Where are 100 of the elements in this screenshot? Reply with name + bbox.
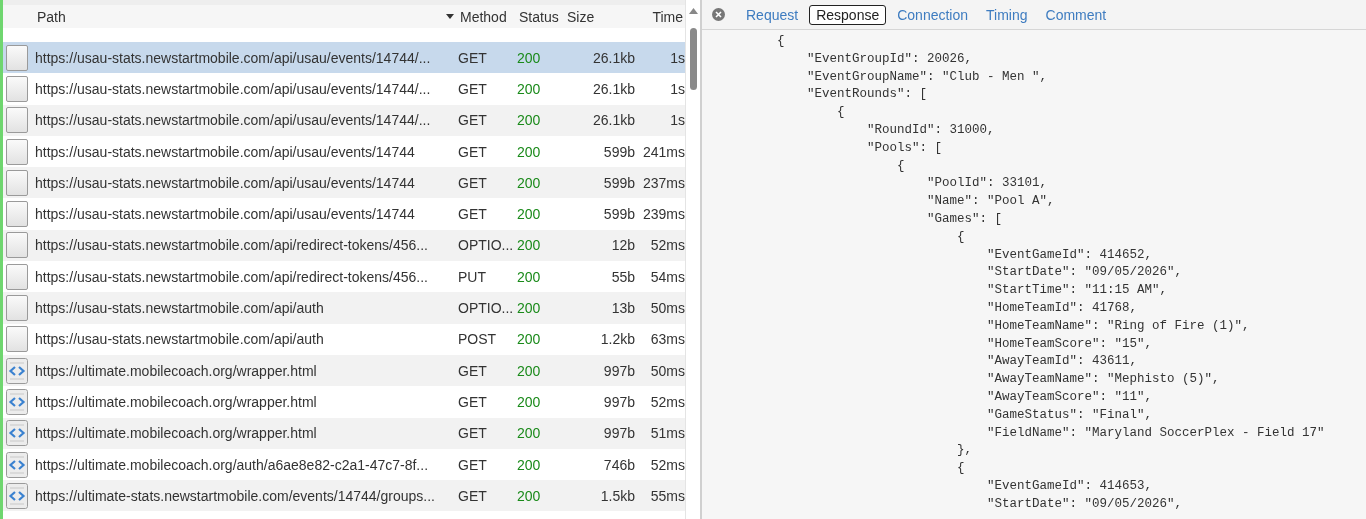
tab[interactable]: Connection xyxy=(890,4,976,25)
code-line: }, xyxy=(956,442,974,460)
scroll-thumb[interactable] xyxy=(689,28,697,90)
request-row[interactable]: https://usau-stats.newstartmobile.com/api/usau/events/14744 GET 200 599b 239ms xyxy=(3,198,685,230)
method-cell-text: GET xyxy=(458,80,488,97)
status-cell-text: 200 xyxy=(517,362,542,379)
status-cell-text: 200 xyxy=(517,268,542,285)
request-row[interactable]: https://ultimate.mobilecoach.org/wrapper.html GET 200 997b 51ms xyxy=(3,417,685,449)
code-line: "Games": [ xyxy=(926,210,1004,228)
path-cell-text: https://usau-stats.newstartmobile.com/api/usau/events/14744 xyxy=(34,206,416,223)
file-icon xyxy=(6,169,28,196)
tab[interactable]: Comment xyxy=(1038,4,1114,25)
code-line: "Pools": [ xyxy=(866,139,944,157)
path-cell-text: https://usau-stats.newstartmobile.com/api/usau/events/14744/... xyxy=(34,80,432,97)
column-header[interactable]: Method xyxy=(458,8,517,25)
request-row[interactable]: https://usau-stats.newstartmobile.com/api/redirect-tokens/456... PUT 200 55b 54ms xyxy=(3,261,685,293)
method-cell-text: GET xyxy=(458,49,488,66)
method-cell-text: OPTIO... xyxy=(458,300,515,316)
code-line: "RoundId": 31000, xyxy=(866,122,996,139)
path-cell-text: https://usau-stats.newstartmobile.com/api/auth xyxy=(34,331,325,348)
status-cell-text: 200 xyxy=(517,456,542,473)
time-cell-text: 52ms xyxy=(649,237,685,254)
method-cell-text: OPTIO... xyxy=(458,237,515,254)
request-row[interactable]: https://usau-stats.newstartmobile.com/api/auth OPTIO... 200 13b 50ms xyxy=(3,292,685,324)
code-line: { xyxy=(956,228,966,246)
request-row[interactable]: https://usau-stats.newstartmobile.com/api/usau/events/14744 GET 200 599b 237ms xyxy=(3,167,685,199)
request-row[interactable]: https://usau-stats.newstartmobile.com/api/auth POST 200 1.2kb 63ms xyxy=(3,323,685,355)
time-cell-text: 55ms xyxy=(649,487,685,504)
method-cell-text: GET xyxy=(458,487,488,504)
code-line: "HomeTeamId": 41768, xyxy=(986,299,1139,317)
request-row[interactable]: https://ultimate.mobilecoach.org/wrapper.html GET 200 997b 50ms xyxy=(3,354,685,387)
time-cell-text: 52ms xyxy=(649,456,685,473)
time-cell-text: 1s xyxy=(669,49,685,66)
time-cell-text: 237ms xyxy=(641,174,685,191)
size-cell-text: 1.2kb xyxy=(599,331,635,348)
path-cell-text: https://ultimate.mobilecoach.org/auth/a6ae8e82-c2a1-47c7-8f... xyxy=(34,456,430,473)
column-header[interactable]: Status xyxy=(517,8,565,25)
request-row[interactable]: https://ultimate.mobilecoach.org/wrapper.html GET 200 997b 52ms xyxy=(3,386,685,418)
tab[interactable]: Response xyxy=(809,4,887,25)
request-row[interactable]: https://ultimate-stats.newstartmobile.com/events/14744/groups... GET 200 1.5kb 55ms xyxy=(3,480,685,512)
column-header[interactable]: Path xyxy=(35,8,66,25)
request-row[interactable]: https://usau-stats.newstartmobile.com/api/usau/events/14744/... GET 200 26.1kb 1s xyxy=(3,73,685,105)
time-cell-text: 50ms xyxy=(649,362,685,379)
method-cell-text: GET xyxy=(458,456,488,473)
request-row[interactable]: https://usau-stats.newstartmobile.com/api/usau/events/14744/... GET 200 26.1kb 1s xyxy=(3,104,685,136)
tab[interactable]: Timing xyxy=(979,4,1035,25)
method-cell-text: GET xyxy=(458,393,488,410)
code-line: "AwayTeamName": "Mephisto (5)", xyxy=(986,371,1221,389)
code-line: "Name": "Pool A", xyxy=(926,193,1056,211)
method-cell-text: GET xyxy=(458,362,488,379)
code-line: "AwayTeamScore": "11", xyxy=(986,388,1154,406)
size-cell-text: 26.1kb xyxy=(591,112,635,129)
path-cell-text: https://usau-stats.newstartmobile.com/api/auth xyxy=(34,300,325,316)
code-line: "FieldName": "Maryland SoccerPlex - Field 17" xyxy=(986,424,1326,442)
request-row[interactable]: https://usau-stats.newstartmobile.com/api/redirect-tokens/456... OPTIO... 200 12b 52ms xyxy=(3,229,685,262)
size-cell-text: 997b xyxy=(602,362,635,379)
tab[interactable]: Request xyxy=(739,4,806,25)
status-cell-text: 200 xyxy=(517,487,542,504)
column-header[interactable]: Size xyxy=(565,8,635,25)
status-cell-text: 200 xyxy=(517,237,542,254)
code-line: "EventRounds": [ xyxy=(806,86,929,104)
time-cell-text: 239ms xyxy=(641,206,685,223)
code-file-icon xyxy=(6,451,28,478)
code-line: { xyxy=(956,460,966,478)
size-cell-text: 1.5kb xyxy=(599,487,635,504)
request-row[interactable]: https://usau-stats.newstartmobile.com/api/usau/events/14744/... GET 200 26.1kb 1s xyxy=(3,42,685,74)
path-cell-text: https://usau-stats.newstartmobile.com/api/redirect-tokens/456... xyxy=(34,268,429,285)
path-cell-text: https://ultimate-stats.newstartmobile.com/events/14744/groups... xyxy=(34,487,436,504)
file-icon xyxy=(6,232,28,259)
path-cell-text: https://ultimate.mobilecoach.org/wrapper.html xyxy=(34,362,318,379)
time-cell-text: 1s xyxy=(669,80,685,97)
code-line: { xyxy=(836,104,846,122)
code-line: "StartTime": "11:15 AM", xyxy=(986,282,1169,300)
code-file-icon xyxy=(6,420,28,447)
scrollbar[interactable] xyxy=(685,0,700,519)
method-cell-text: GET xyxy=(458,425,488,442)
path-cell-text: https://usau-stats.newstartmobile.com/api/redirect-tokens/456... xyxy=(34,237,429,254)
code-line: "PoolId": 33101, xyxy=(926,175,1049,193)
path-cell-text: https://usau-stats.newstartmobile.com/api/usau/events/14744/... xyxy=(34,112,432,129)
scroll-up-icon[interactable] xyxy=(688,8,698,14)
file-icon xyxy=(6,201,28,228)
code-line: "EventGroupId": 20026, xyxy=(806,50,974,68)
close-icon[interactable] xyxy=(712,8,725,21)
code-file-icon xyxy=(6,388,28,415)
code-line: "EventGameId": 414653, xyxy=(986,477,1154,495)
file-icon xyxy=(6,295,28,321)
code-line: "StartDate": "09/05/2026", xyxy=(986,264,1184,282)
status-cell-text: 200 xyxy=(517,49,542,66)
size-cell-text: 26.1kb xyxy=(591,49,635,66)
method-cell-text: GET xyxy=(458,143,488,160)
column-header[interactable]: Time xyxy=(635,8,685,25)
time-cell-text: 54ms xyxy=(649,268,685,285)
code-line: "GameStatus": "Final", xyxy=(986,406,1154,424)
size-cell-text: 599b xyxy=(602,143,635,160)
status-cell-text: 200 xyxy=(517,393,542,410)
status-cell-text: 200 xyxy=(517,80,542,97)
sort-caret-icon[interactable] xyxy=(446,14,454,19)
size-cell-text: 12b xyxy=(610,237,635,254)
time-cell-text: 1s xyxy=(669,112,685,129)
status-cell-text: 200 xyxy=(517,112,542,129)
